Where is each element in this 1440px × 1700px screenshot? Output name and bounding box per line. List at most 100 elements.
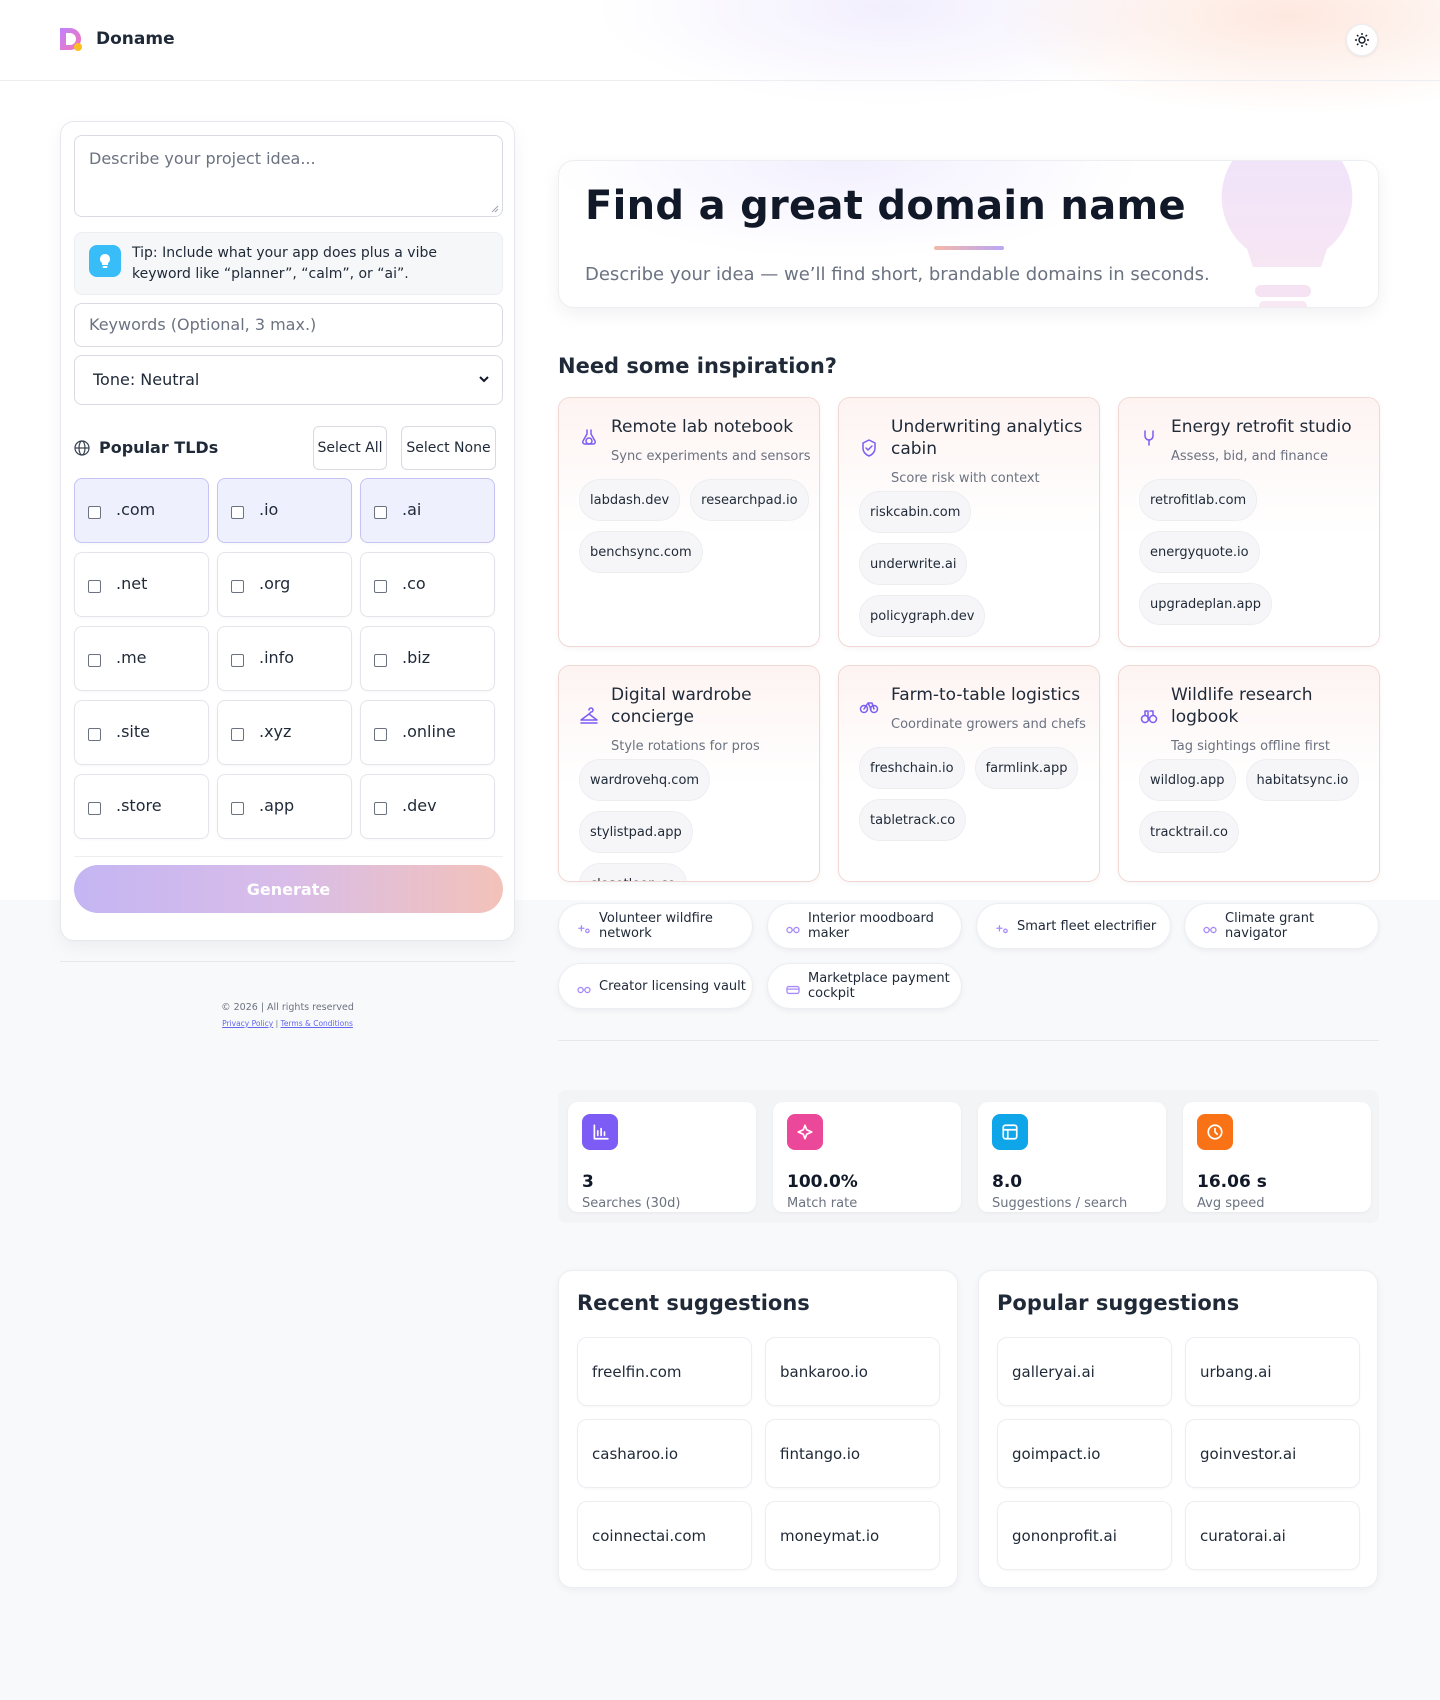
domain-chip[interactable]: underwrite.ai	[859, 543, 968, 585]
recent-suggestion[interactable]: coinnectai.com	[577, 1501, 752, 1570]
tld-checkbox[interactable]	[231, 506, 244, 519]
inspiration-card[interactable]: Remote lab notebook Sync experiments and …	[558, 397, 820, 647]
shield-icon	[859, 438, 879, 458]
tld-label: .org	[259, 574, 291, 593]
tld-checkbox[interactable]	[374, 654, 387, 667]
glasses-icon	[577, 981, 591, 994]
tld-checkbox[interactable]	[88, 728, 101, 741]
inspiration-pill[interactable]: Marketplace payment cockpit	[767, 963, 962, 1009]
plug-icon	[1139, 428, 1159, 448]
tld-checkbox[interactable]	[231, 580, 244, 593]
select-none-button[interactable]: Select None	[401, 426, 496, 470]
inspiration-card-subtitle: Tag sightings offline first	[1171, 739, 1331, 754]
tld-option[interactable]: .net	[74, 552, 209, 617]
tld-option[interactable]: .io	[217, 478, 352, 543]
tld-checkbox[interactable]	[374, 802, 387, 815]
inspiration-card[interactable]: Energy retrofit studio Assess, bid, and f…	[1118, 397, 1380, 647]
idea-textarea[interactable]: Describe your project idea...	[74, 135, 503, 217]
tld-checkbox[interactable]	[231, 802, 244, 815]
inspiration-card[interactable]: Wildlife research logbook Tag sightings o…	[1118, 665, 1380, 882]
domain-chip[interactable]: closetloop.co	[579, 863, 687, 881]
domain-chip[interactable]: labdash.dev	[579, 479, 681, 521]
domain-chip[interactable]: wardrovehq.com	[579, 759, 711, 801]
domain-chip[interactable]: riskcabin.com	[859, 491, 972, 533]
popular-suggestion[interactable]: curatorai.ai	[1185, 1501, 1360, 1570]
popular-suggestion[interactable]: goinvestor.ai	[1185, 1419, 1360, 1488]
tld-option[interactable]: .org	[217, 552, 352, 617]
tld-option[interactable]: .me	[74, 626, 209, 691]
inspiration-pill[interactable]: Creator licensing vault	[558, 963, 753, 1009]
brand-logo[interactable]: Doname	[58, 26, 175, 52]
domain-chip[interactable]: tabletrack.co	[859, 799, 967, 841]
tld-checkbox[interactable]	[231, 654, 244, 667]
tld-checkbox[interactable]	[88, 802, 101, 815]
domain-chip[interactable]: upgradeplan.app	[1139, 583, 1272, 625]
stat-label: Avg speed	[1197, 1196, 1265, 1211]
recent-suggestion[interactable]: bankaroo.io	[765, 1337, 940, 1406]
tld-option[interactable]: .xyz	[217, 700, 352, 765]
tld-checkbox[interactable]	[231, 728, 244, 741]
tld-option[interactable]: .store	[74, 774, 209, 839]
resize-handle-icon[interactable]	[491, 205, 499, 213]
recent-suggestion[interactable]: fintango.io	[765, 1419, 940, 1488]
inspiration-card[interactable]: Digital wardrobe concierge Style rotation…	[558, 665, 820, 882]
tone-select[interactable]: Tone: Neutral	[74, 355, 503, 405]
tld-option[interactable]: .biz	[360, 626, 495, 691]
inspiration-card-subtitle: Score risk with context	[891, 471, 1040, 486]
generate-button[interactable]: Generate	[74, 865, 503, 913]
domain-chip[interactable]: farmlink.app	[974, 747, 1079, 789]
domain-chip[interactable]: policygraph.dev	[859, 595, 986, 637]
domain-chip[interactable]: habitatsync.io	[1245, 759, 1360, 801]
tip-box: Tip: Include what your app does plus a v…	[74, 232, 503, 295]
recent-suggestion[interactable]: freelfin.com	[577, 1337, 752, 1406]
tld-checkbox[interactable]	[88, 580, 101, 593]
keywords-input[interactable]: Keywords (Optional, 3 max.)	[74, 303, 503, 347]
idea-placeholder: Describe your project idea...	[89, 149, 316, 168]
domain-chip[interactable]: stylistpad.app	[579, 811, 693, 853]
chevron-down-icon	[479, 376, 489, 383]
tld-option[interactable]: .online	[360, 700, 495, 765]
recent-suggestion[interactable]: moneymat.io	[765, 1501, 940, 1570]
domain-chip[interactable]: energyquote.io	[1139, 531, 1260, 573]
inspiration-card[interactable]: Farm-to-table logistics Coordinate grower…	[838, 665, 1100, 882]
tld-option[interactable]: .com	[74, 478, 209, 543]
popular-suggestion[interactable]: galleryai.ai	[997, 1337, 1172, 1406]
tld-option[interactable]: .app	[217, 774, 352, 839]
domain-chip[interactable]: wildlog.app	[1139, 759, 1236, 801]
tld-option[interactable]: .co	[360, 552, 495, 617]
logo-icon	[58, 26, 84, 52]
domain-chip[interactable]: freshchain.io	[859, 747, 965, 789]
tld-option[interactable]: .site	[74, 700, 209, 765]
tld-label: .app	[259, 796, 295, 815]
tld-option[interactable]: .info	[217, 626, 352, 691]
recent-suggestion[interactable]: casharoo.io	[577, 1419, 752, 1488]
domain-chip[interactable]: tracktrail.co	[1139, 811, 1239, 853]
popular-suggestion[interactable]: gononprofit.ai	[997, 1501, 1172, 1570]
popular-suggestion[interactable]: urbang.ai	[1185, 1337, 1360, 1406]
domain-chip[interactable]: benchsync.com	[579, 531, 703, 573]
domain-chip[interactable]: retrofitlab.com	[1139, 479, 1258, 521]
tld-checkbox[interactable]	[88, 654, 101, 667]
tld-label: .dev	[402, 796, 437, 815]
tld-checkbox[interactable]	[374, 728, 387, 741]
tld-option[interactable]: .dev	[360, 774, 495, 839]
popular-suggestion[interactable]: goimpact.io	[997, 1419, 1172, 1488]
tld-label: .biz	[402, 648, 431, 667]
select-all-button[interactable]: Select All	[313, 426, 387, 470]
domain-chip[interactable]: researchpad.io	[690, 479, 809, 521]
inspiration-pill[interactable]: Volunteer wildfire network	[558, 903, 753, 949]
inspiration-pill[interactable]: Interior moodboard maker	[767, 903, 962, 949]
inspiration-card[interactable]: Underwriting analytics cabin Score risk w…	[838, 397, 1100, 647]
tld-checkbox[interactable]	[88, 506, 101, 519]
privacy-policy-link[interactable]: Privacy Policy	[222, 1019, 273, 1028]
tld-option[interactable]: .ai	[360, 478, 495, 543]
domain-chips: riskcabin.com underwrite.ai policygraph.de…	[859, 491, 1089, 637]
stat-label: Match rate	[787, 1196, 858, 1211]
inspiration-pill[interactable]: Climate grant navigator	[1184, 903, 1379, 949]
glasses-icon	[1203, 926, 1217, 934]
tld-checkbox[interactable]	[374, 580, 387, 593]
tld-checkbox[interactable]	[374, 506, 387, 519]
inspiration-pill[interactable]: Smart fleet electrifier	[976, 903, 1171, 949]
theme-toggle-button[interactable]	[1346, 24, 1378, 56]
terms-link[interactable]: Terms & Conditions	[281, 1019, 353, 1028]
